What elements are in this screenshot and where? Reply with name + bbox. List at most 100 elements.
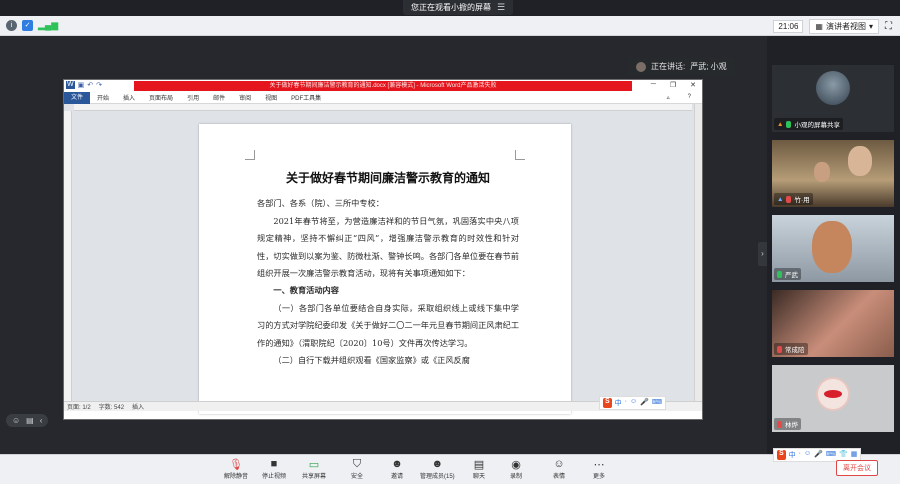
person-icon: ▲ — [777, 120, 784, 128]
horizontal-ruler[interactable] — [74, 104, 692, 111]
save-icon[interactable]: ▣ — [78, 81, 85, 89]
ime-item[interactable]: ⌨ — [652, 398, 662, 408]
view-mode-button[interactable]: ▦ 演讲者视图 ▾ — [809, 19, 879, 34]
security-button[interactable]: ⛉ 安全 — [350, 457, 364, 481]
leave-meeting-button[interactable]: 离开会议 — [836, 460, 878, 476]
ime-item[interactable]: 中 — [615, 398, 622, 408]
ribbon-right: ▵ ? — [653, 94, 702, 101]
avatar — [848, 146, 872, 176]
participant-name: 林烨 — [785, 422, 798, 429]
ime-item[interactable]: ▦ — [851, 450, 858, 460]
menu-icon[interactable]: ☰ — [497, 0, 505, 15]
restore-icon[interactable]: ❐ — [670, 81, 676, 89]
ime-item[interactable]: ⌨ — [826, 450, 836, 460]
microphone-muted-icon — [777, 420, 782, 428]
participant-label: ▲ 小观的屏幕共享 — [774, 118, 843, 130]
invite-icon: ☻ — [391, 458, 403, 470]
tab-mailings[interactable]: 邮件 — [206, 93, 232, 102]
meeting-time: 21:06 — [773, 20, 804, 33]
share-screen-button[interactable]: ▭ 共享屏幕 — [302, 457, 327, 481]
record-button[interactable]: ◉ 录制 — [509, 457, 523, 481]
minimize-icon[interactable]: ─ — [651, 81, 656, 89]
tool-label: 聊天 — [472, 474, 485, 480]
ime-item[interactable]: · — [799, 450, 801, 460]
word-title-bar: W ▣ ↶ ↷ 关于做好春节期间廉洁警示教育的通知.docx [兼容模式] - … — [64, 80, 702, 92]
reactions-button[interactable]: ☺ 表情 — [552, 457, 566, 480]
vertical-ruler[interactable] — [64, 111, 72, 411]
more-button[interactable]: ⋯ 更多 — [592, 457, 606, 481]
tool-label: 停止视频 — [262, 474, 287, 480]
tool-label: 解除静音 — [224, 474, 249, 480]
chevron-left-icon[interactable]: ‹ — [40, 416, 43, 425]
person-icon: ▲ — [777, 195, 784, 203]
close-icon[interactable]: ✕ — [690, 81, 696, 89]
tab-home[interactable]: 开始 — [90, 93, 116, 102]
top-status-bar: i ✓ ▂▄▆ 21:06 ▦ 演讲者视图 ▾ ⛶ — [0, 16, 900, 36]
status-page[interactable]: 页面: 1/2 — [67, 402, 91, 411]
tab-view[interactable]: 视图 — [258, 93, 284, 102]
tab-pdf[interactable]: PDF工具集 — [284, 93, 328, 102]
ime-item[interactable]: · — [625, 398, 627, 408]
participant-name: 小观的屏幕共享 — [794, 122, 840, 129]
tab-file[interactable]: 文件 — [64, 91, 91, 104]
participant-name: 严武 — [785, 272, 798, 279]
collapse-panel-button[interactable]: › — [758, 242, 767, 266]
paragraph: 2021年春节将至，为营造廉洁祥和的节日气氛，巩固落实中央八项规定精神，坚持不懈… — [257, 215, 520, 279]
tab-references[interactable]: 引用 — [180, 93, 206, 102]
chat-button[interactable]: ▤ 聊天 — [472, 457, 486, 481]
ribbon-collapse-icon[interactable]: ▵ — [660, 94, 677, 101]
participant-tile[interactable]: 常成陪 — [772, 290, 894, 357]
video-camera-icon: ■ — [270, 458, 278, 470]
speaker-prefix: 正在讲话: — [651, 62, 686, 71]
participant-tile[interactable]: ▲ 竹·用 — [772, 140, 894, 207]
status-mode[interactable]: 插入 — [132, 402, 144, 411]
redo-icon[interactable]: ↷ — [96, 81, 102, 89]
document-area: 关于做好春节期间廉洁警示教育的通知 各部门、各系（院）、三所中专校： 2021年… — [64, 104, 702, 414]
tool-label: 表情 — [552, 474, 565, 480]
microphone-muted-icon: 🎙 — [229, 458, 243, 471]
ime-item[interactable]: ☺ — [804, 450, 811, 460]
tab-review[interactable]: 审阅 — [232, 93, 258, 102]
ime-item[interactable]: 🎤 — [640, 398, 649, 408]
share-banner[interactable]: 您正在观看小掀的屏幕 ☰ — [403, 0, 514, 15]
ime-item[interactable]: 👕 — [839, 450, 848, 460]
more-icon: ⋯ — [593, 458, 605, 471]
document-text: 关于做好春节期间廉洁警示教育的通知 各部门、各系（院）、三所中专校： 2021年… — [257, 170, 519, 369]
ime-toolbar[interactable]: S 中 · ☺ 🎤 ⌨ — [599, 396, 666, 410]
participant-label: 林烨 — [774, 418, 801, 430]
help-icon[interactable]: ? — [681, 94, 698, 101]
shield-icon[interactable]: ✓ — [22, 20, 33, 31]
ime-item[interactable]: 中 — [789, 450, 796, 460]
ribbon-tabs: 文件 开始 插入 页面布局 引用 邮件 审阅 视图 PDF工具集 ▵ ? — [64, 91, 702, 104]
document-page[interactable]: 关于做好春节期间廉洁警示教育的通知 各部门、各系（院）、三所中专校： 2021年… — [199, 124, 571, 414]
tab-insert[interactable]: 插入 — [116, 93, 142, 102]
participants-panel: ▲ 小观的屏幕共享 ▲ 竹·用 严武 常成陪 林烨 — [767, 36, 900, 454]
avatar — [816, 71, 850, 105]
invite-button[interactable]: ☻ 邀请 — [390, 457, 404, 480]
meeting-toolbar: 🎙 解除静音 ■ 停止视频 ▭ 共享屏幕 ⛉ 安全 ☻ 邀请 ☻ 管理成员(15… — [0, 454, 900, 484]
chevron-down-icon: ▾ — [868, 22, 873, 31]
stop-video-button[interactable]: ■ 停止视频 — [262, 457, 286, 480]
ime-item[interactable]: ☺ — [630, 398, 637, 408]
lips-icon — [824, 390, 842, 398]
vertical-scrollbar[interactable] — [694, 104, 702, 411]
participant-tile[interactable]: ▲ 小观的屏幕共享 — [772, 65, 894, 132]
participant-tile[interactable]: 林烨 — [772, 365, 894, 432]
undo-icon[interactable]: ↶ — [87, 81, 93, 89]
ime-item[interactable]: 🎤 — [814, 450, 823, 460]
status-words[interactable]: 字数: 542 — [99, 402, 124, 411]
participant-name: 常成陪 — [785, 347, 805, 354]
manage-members-button[interactable]: ☻ 管理成员(15) — [420, 457, 455, 480]
avatar — [812, 221, 852, 273]
tool-label: 共享屏幕 — [302, 474, 327, 480]
emoji-icon[interactable]: ☺ — [12, 416, 20, 425]
message-icon[interactable]: ▤ — [26, 416, 34, 425]
tab-layout[interactable]: 页面布局 — [142, 93, 180, 102]
participant-tile[interactable]: 严武 — [772, 215, 894, 282]
margin-mark — [245, 150, 255, 160]
fullscreen-icon[interactable]: ⛶ — [885, 21, 892, 32]
unmute-button[interactable]: 🎙 解除静音 — [224, 457, 249, 481]
info-icon[interactable]: i — [6, 20, 17, 31]
shield-icon: ⛉ — [352, 457, 362, 470]
tool-label: 邀请 — [390, 474, 403, 480]
